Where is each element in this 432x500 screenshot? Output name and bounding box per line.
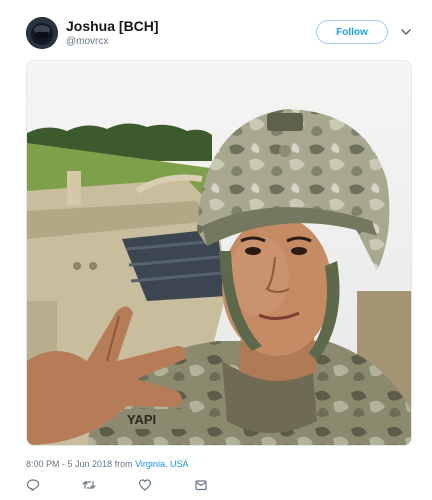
tweet-metadata: 8:00 PM - 5 Jun 2018 from Virginia, USA [26, 459, 188, 469]
avatar[interactable] [26, 17, 58, 49]
location-link[interactable]: Virginia, USA [135, 459, 188, 469]
chevron-down-icon[interactable] [399, 25, 413, 39]
retweet-icon[interactable] [82, 478, 96, 492]
from-label: from [114, 459, 133, 469]
follow-button[interactable]: Follow [316, 20, 388, 44]
svg-text:YAPI: YAPI [127, 412, 156, 427]
timestamp[interactable]: 8:00 PM - 5 Jun 2018 [26, 459, 112, 469]
tweet-photo[interactable]: YAPI [26, 60, 412, 446]
message-icon[interactable] [194, 478, 208, 492]
like-icon[interactable] [138, 478, 152, 492]
display-name[interactable]: Joshua [BCH] [66, 18, 159, 34]
reply-icon[interactable] [26, 478, 40, 492]
user-handle[interactable]: @movrcx [66, 36, 108, 47]
tweet-card: Joshua [BCH] @movrcx Follow YAPI 8:00 PM… [0, 0, 432, 500]
tweet-actions [26, 478, 226, 494]
